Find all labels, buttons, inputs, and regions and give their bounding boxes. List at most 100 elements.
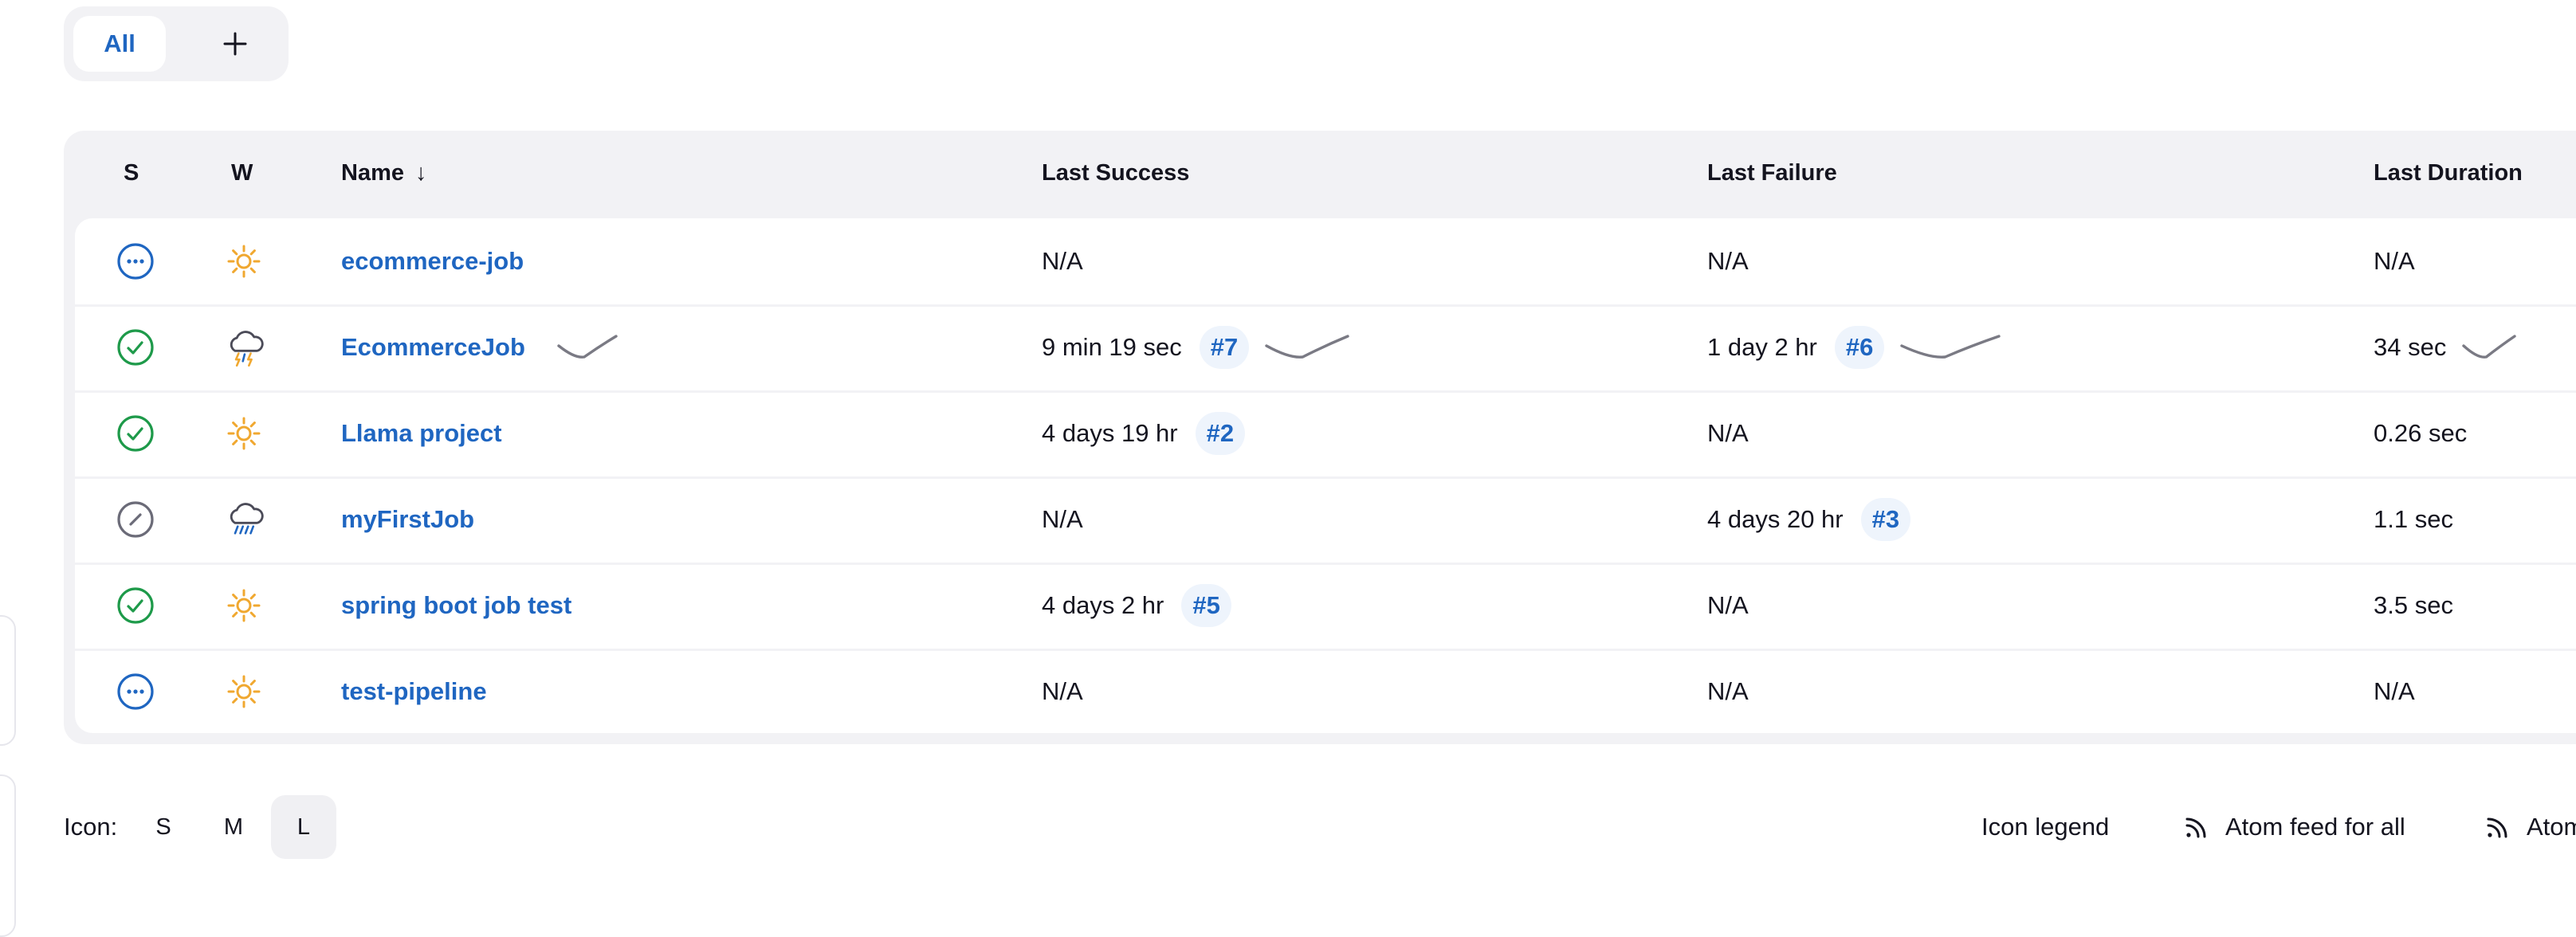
status-cell	[116, 563, 155, 649]
last-failure-time: 4 days 20 hr	[1707, 505, 1844, 533]
job-name-link[interactable]: Llama project	[341, 419, 502, 448]
last-success-time: 4 days 2 hr	[1042, 591, 1164, 619]
table-row: Llama project 4 days 19 hr #2 N/A 0.26 sec	[75, 390, 2576, 479]
icon-size-l[interactable]: L	[271, 795, 336, 859]
build-trend-icon[interactable]	[1899, 331, 2002, 363]
status-cell	[116, 304, 155, 390]
icon-legend-link[interactable]: Icon legend	[1981, 810, 2109, 845]
column-last-success[interactable]: Last Success	[1042, 131, 1189, 215]
last-duration-cell: 1.1 sec	[2374, 476, 2453, 563]
last-success-cell: N/A	[1042, 649, 1083, 735]
tab-all[interactable]: All	[73, 16, 166, 72]
weather-cell	[225, 476, 266, 563]
success-build-link[interactable]: #5	[1181, 584, 1231, 627]
last-duration-value: 3.5 sec	[2374, 591, 2453, 619]
table-header: S W Name ↓ Last Success Last Failure Las…	[64, 131, 2576, 215]
table-row: ecommerce-job N/A N/A N/A	[75, 218, 2576, 307]
last-success-cell: 4 days 2 hr #5	[1042, 563, 1231, 649]
last-success-cell: N/A	[1042, 218, 1083, 304]
atom-feed-failures-label: Atom	[2527, 813, 2576, 841]
table-row: test-pipeline N/A N/A N/A	[75, 649, 2576, 735]
side-panel-fragment	[0, 615, 16, 746]
icon-size-s[interactable]: S	[131, 795, 196, 859]
disabled-status-icon[interactable]	[116, 500, 155, 539]
success-status-icon[interactable]	[116, 328, 155, 367]
table-body: ecommerce-job N/A N/A N/A EcommerceJob 9 min …	[75, 218, 2576, 733]
job-name-link[interactable]: ecommerce-job	[341, 247, 524, 276]
last-failure-cell: N/A	[1707, 563, 1749, 649]
last-duration-value: 34 sec	[2374, 333, 2447, 361]
icon-size-label: Icon:	[64, 813, 118, 841]
rss-icon	[2487, 817, 2507, 838]
job-name-link[interactable]: EcommerceJob	[341, 333, 525, 362]
jobs-table: S W Name ↓ Last Success Last Failure Las…	[64, 131, 2576, 744]
last-success-time: 9 min 19 sec	[1042, 333, 1182, 361]
sunny-weather-icon	[227, 417, 261, 450]
last-duration-cell: 0.26 sec	[2374, 390, 2467, 476]
view-tabs: All	[64, 6, 289, 81]
column-last-duration[interactable]: Last Duration	[2374, 131, 2523, 215]
last-failure-cell: N/A	[1707, 649, 1749, 735]
weather-cell	[225, 563, 263, 649]
last-duration-cell: 3.5 sec	[2374, 563, 2453, 649]
success-build-link[interactable]: #7	[1199, 326, 1250, 369]
success-status-icon[interactable]	[116, 414, 155, 453]
sunny-weather-icon	[227, 589, 261, 622]
rain-weather-icon	[230, 503, 264, 535]
name-cell: Llama project	[341, 390, 502, 476]
weather-cell	[225, 218, 263, 304]
atom-feed-all-link[interactable]: Atom feed for all	[2182, 810, 2405, 845]
last-duration-cell: N/A	[2374, 649, 2415, 735]
job-name-link[interactable]: myFirstJob	[341, 505, 474, 534]
job-name-link[interactable]: spring boot job test	[341, 591, 571, 620]
last-duration-value: 1.1 sec	[2374, 505, 2453, 533]
status-cell	[116, 649, 155, 735]
last-failure-cell: N/A	[1707, 390, 1749, 476]
last-failure-time: N/A	[1707, 419, 1749, 447]
sunny-weather-icon	[227, 675, 261, 708]
last-success-time: N/A	[1042, 677, 1083, 705]
status-cell	[116, 390, 155, 476]
in-progress-status-icon[interactable]	[116, 242, 155, 280]
last-duration-value: N/A	[2374, 677, 2415, 705]
column-weather[interactable]: W	[231, 131, 253, 215]
failure-build-link[interactable]: #6	[1834, 326, 1885, 369]
last-duration-cell: 34 sec	[2374, 304, 2518, 390]
last-duration-value: 0.26 sec	[2374, 419, 2468, 447]
failure-build-link[interactable]: #3	[1860, 498, 1911, 541]
in-progress-status-icon[interactable]	[116, 672, 155, 711]
name-cell: spring boot job test	[341, 563, 571, 649]
name-cell: EcommerceJob	[341, 304, 619, 390]
weather-cell	[225, 390, 263, 476]
build-trend-icon[interactable]	[556, 331, 619, 363]
last-success-cell: N/A	[1042, 476, 1083, 563]
column-status[interactable]: S	[124, 131, 139, 215]
status-cell	[116, 476, 155, 563]
name-cell: test-pipeline	[341, 649, 487, 735]
icon-size-m[interactable]: M	[201, 795, 266, 859]
build-trend-icon[interactable]	[1263, 331, 1351, 363]
table-row: EcommerceJob 9 min 19 sec #7 1 day 2 hr #6 34…	[75, 304, 2576, 393]
last-success-cell: 9 min 19 sec #7	[1042, 304, 1351, 390]
column-name[interactable]: Name ↓	[341, 131, 427, 215]
last-success-time: N/A	[1042, 505, 1083, 533]
success-status-icon[interactable]	[116, 586, 155, 625]
last-failure-cell: 1 day 2 hr #6	[1707, 304, 2002, 390]
add-view-button[interactable]	[191, 16, 279, 72]
rss-icon	[2185, 817, 2206, 838]
atom-feed-failures-link[interactable]: Atom	[2484, 810, 2576, 845]
job-name-link[interactable]: test-pipeline	[341, 677, 487, 706]
column-name-label: Name	[341, 159, 404, 186]
thunderstorm-weather-icon	[230, 331, 264, 367]
success-build-link[interactable]: #2	[1195, 412, 1246, 455]
name-cell: myFirstJob	[341, 476, 474, 563]
column-last-failure[interactable]: Last Failure	[1707, 131, 1837, 215]
last-success-cell: 4 days 19 hr #2	[1042, 390, 1246, 476]
build-trend-icon[interactable]	[2460, 331, 2518, 363]
last-failure-cell: N/A	[1707, 218, 1749, 304]
name-cell: ecommerce-job	[341, 218, 524, 304]
atom-feed-all-label: Atom feed for all	[2225, 813, 2405, 841]
plus-icon	[223, 32, 247, 56]
sunny-weather-icon	[227, 245, 261, 278]
last-success-time: N/A	[1042, 247, 1083, 275]
